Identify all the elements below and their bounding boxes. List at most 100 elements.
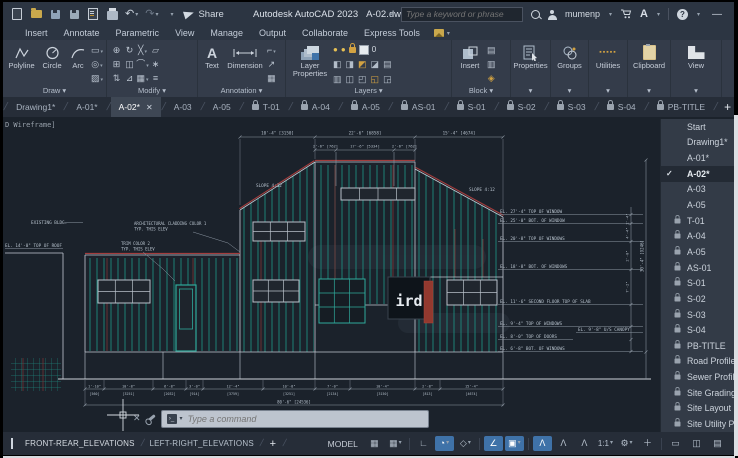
annotation-scale-value[interactable]: 1:1▾ bbox=[596, 436, 615, 451]
doc-tab[interactable]: S-04 bbox=[599, 97, 644, 117]
object-snap-toggle[interactable]: ▣▾ bbox=[505, 436, 524, 451]
table-tool-icon[interactable]: ▦ bbox=[267, 71, 276, 85]
grid-display-toggle[interactable]: ▦ bbox=[365, 436, 384, 451]
properties-button[interactable]: Properties bbox=[513, 43, 547, 86]
panel-draw-dropdown[interactable]: Draw ▾ bbox=[3, 86, 106, 97]
multileader-tool-icon[interactable]: ↗ bbox=[267, 57, 276, 71]
chevron-down-icon[interactable]: ▾ bbox=[180, 415, 183, 422]
drawing-canvas[interactable]: D Wireframe] bbox=[3, 117, 660, 432]
command-history-icon[interactable]: ›_ bbox=[167, 414, 177, 424]
panel-annotation-dropdown[interactable]: Annotation ▾ bbox=[198, 86, 285, 97]
block-attributes-icon[interactable]: ◈ bbox=[487, 71, 496, 85]
sidebar-item[interactable]: A-05 bbox=[661, 197, 734, 213]
chevron-down-icon[interactable]: ▾ bbox=[657, 11, 660, 18]
groups-button[interactable]: Groups bbox=[554, 43, 585, 86]
annotation-scale-button[interactable]: Λ bbox=[575, 436, 594, 451]
tab-express-tools[interactable]: Express Tools bbox=[356, 26, 428, 40]
layer-tool-icon[interactable]: ◲ bbox=[383, 74, 392, 85]
clipboard-button[interactable]: Clipboard bbox=[631, 43, 667, 86]
sidebar-item-start[interactable]: Start bbox=[661, 119, 734, 135]
arc-button[interactable]: Arc bbox=[67, 43, 89, 86]
panel-modify-dropdown[interactable]: Modify ▾ bbox=[107, 86, 197, 97]
utilities-button[interactable]: ▪▪▪▪▪ Utilities bbox=[592, 43, 624, 70]
doc-tab[interactable]: A-01* bbox=[68, 97, 105, 117]
layer-unlock-icon[interactable] bbox=[349, 47, 356, 53]
new-layout-button[interactable]: + bbox=[263, 438, 283, 450]
layer-tool-icon[interactable]: ◧ bbox=[333, 59, 342, 70]
view-button[interactable]: View bbox=[676, 43, 716, 86]
user-name[interactable]: mumenp bbox=[565, 9, 600, 19]
doc-tab[interactable]: AS-01 bbox=[393, 97, 444, 117]
sidebar-item[interactable]: A-05 bbox=[661, 244, 734, 260]
sidebar-item[interactable]: Site Layout bbox=[661, 401, 734, 417]
doc-tab[interactable]: A-03 bbox=[166, 97, 200, 117]
fillet-tool-icon[interactable]: ⌒▾ bbox=[136, 57, 149, 71]
doc-tab[interactable]: T-01 bbox=[244, 97, 288, 117]
explode-tool-icon[interactable]: ∗ bbox=[149, 57, 162, 71]
layer-tool-icon[interactable]: ◰ bbox=[358, 74, 367, 85]
panel-view-dropdown[interactable]: ▾ bbox=[671, 86, 721, 97]
isolate-objects-icon[interactable]: ▭ bbox=[666, 436, 685, 451]
cart-icon[interactable] bbox=[620, 9, 632, 19]
layer-tool-icon[interactable]: ◩ bbox=[358, 59, 367, 70]
doc-tab-active[interactable]: A-02*✕ bbox=[111, 97, 161, 117]
qat-customize-button[interactable]: ▾ bbox=[165, 7, 177, 21]
search-box[interactable] bbox=[401, 7, 523, 22]
undo-button[interactable]: ↶▾ bbox=[125, 7, 138, 21]
app-store-icon[interactable]: A bbox=[640, 8, 648, 20]
polyline-button[interactable]: Polyline bbox=[6, 43, 37, 86]
circle-button[interactable]: Circle bbox=[39, 43, 65, 86]
sidebar-item[interactable]: Drawing1* bbox=[661, 135, 734, 151]
trim-tool-icon[interactable]: ╳▾ bbox=[136, 43, 149, 57]
sidebar-item[interactable]: Road Profile bbox=[661, 354, 734, 370]
sidebar-item[interactable]: A-04 bbox=[661, 228, 734, 244]
doc-tab[interactable]: S-03 bbox=[549, 97, 594, 117]
sidebar-item[interactable]: Site Grading bbox=[661, 385, 734, 401]
sidebar-item[interactable]: S-01 bbox=[661, 275, 734, 291]
customization-button[interactable]: ＋ bbox=[638, 436, 657, 451]
print-button[interactable] bbox=[106, 7, 118, 21]
panel-block-dropdown[interactable]: Block ▾ bbox=[452, 86, 510, 97]
panel-groups-dropdown[interactable]: ▾ bbox=[551, 86, 588, 97]
tab-annotate[interactable]: Annotate bbox=[56, 26, 108, 40]
autoscale-toggle[interactable]: Λ bbox=[554, 436, 573, 451]
mirror-tool-icon[interactable]: ◫ bbox=[123, 57, 136, 71]
panel-clipboard-dropdown[interactable]: ▾ bbox=[628, 86, 670, 97]
plot-button[interactable] bbox=[87, 7, 99, 21]
sidebar-item[interactable]: S-04 bbox=[661, 322, 734, 338]
layer-on-icon[interactable]: ● bbox=[333, 45, 338, 54]
create-block-icon[interactable]: ▤ bbox=[487, 43, 496, 57]
panel-layers-dropdown[interactable]: Layers ▾ bbox=[286, 86, 451, 97]
doc-tab[interactable]: A-05 bbox=[205, 97, 239, 117]
sidebar-item[interactable]: Site Utility P bbox=[661, 416, 734, 432]
tab-insert[interactable]: Insert bbox=[17, 26, 56, 40]
panel-properties-dropdown[interactable]: ▾ bbox=[511, 86, 550, 97]
share-button[interactable]: Share bbox=[184, 7, 223, 21]
search-expand-icon[interactable]: ▸ bbox=[389, 10, 393, 18]
layer-tool-icon[interactable]: ◪ bbox=[371, 59, 380, 70]
stretch-tool-icon[interactable]: ⇅ bbox=[110, 71, 123, 85]
doc-tab[interactable]: Drawing1* bbox=[8, 97, 63, 117]
workspace-switching-button[interactable]: ⚙▾ bbox=[617, 436, 636, 451]
tab-collaborate[interactable]: Collaborate bbox=[294, 26, 356, 40]
doc-tab[interactable]: S-01 bbox=[449, 97, 494, 117]
scale-tool-icon[interactable]: ⊿ bbox=[123, 71, 136, 85]
viewport-control-label[interactable]: D Wireframe] bbox=[5, 121, 56, 129]
rotate-tool-icon[interactable]: ↻ bbox=[123, 43, 136, 57]
sidebar-item[interactable]: AS-01 bbox=[661, 260, 734, 276]
layer-tool-icon[interactable]: ◱ bbox=[371, 74, 380, 85]
hardware-acceleration-icon[interactable]: ◫ bbox=[687, 436, 706, 451]
search-icon[interactable] bbox=[531, 10, 540, 19]
doc-tab[interactable]: S-02 bbox=[499, 97, 544, 117]
layer-tool-icon[interactable]: ▤ bbox=[383, 59, 392, 70]
sidebar-item[interactable]: S-03 bbox=[661, 307, 734, 323]
close-icon[interactable]: ✕ bbox=[133, 413, 141, 424]
new-file-button[interactable] bbox=[11, 7, 23, 21]
sidebar-item[interactable]: A-01* bbox=[661, 150, 734, 166]
chevron-down-icon[interactable]: ▾ bbox=[609, 11, 612, 18]
layer-tool-icon[interactable]: ◫ bbox=[346, 74, 355, 85]
clean-screen-icon[interactable]: ▤ bbox=[708, 436, 727, 451]
sidebar-item[interactable]: A-03 bbox=[661, 182, 734, 198]
isometric-drafting-toggle[interactable]: ◇▾ bbox=[456, 436, 475, 451]
tab-manage[interactable]: Manage bbox=[202, 26, 251, 40]
